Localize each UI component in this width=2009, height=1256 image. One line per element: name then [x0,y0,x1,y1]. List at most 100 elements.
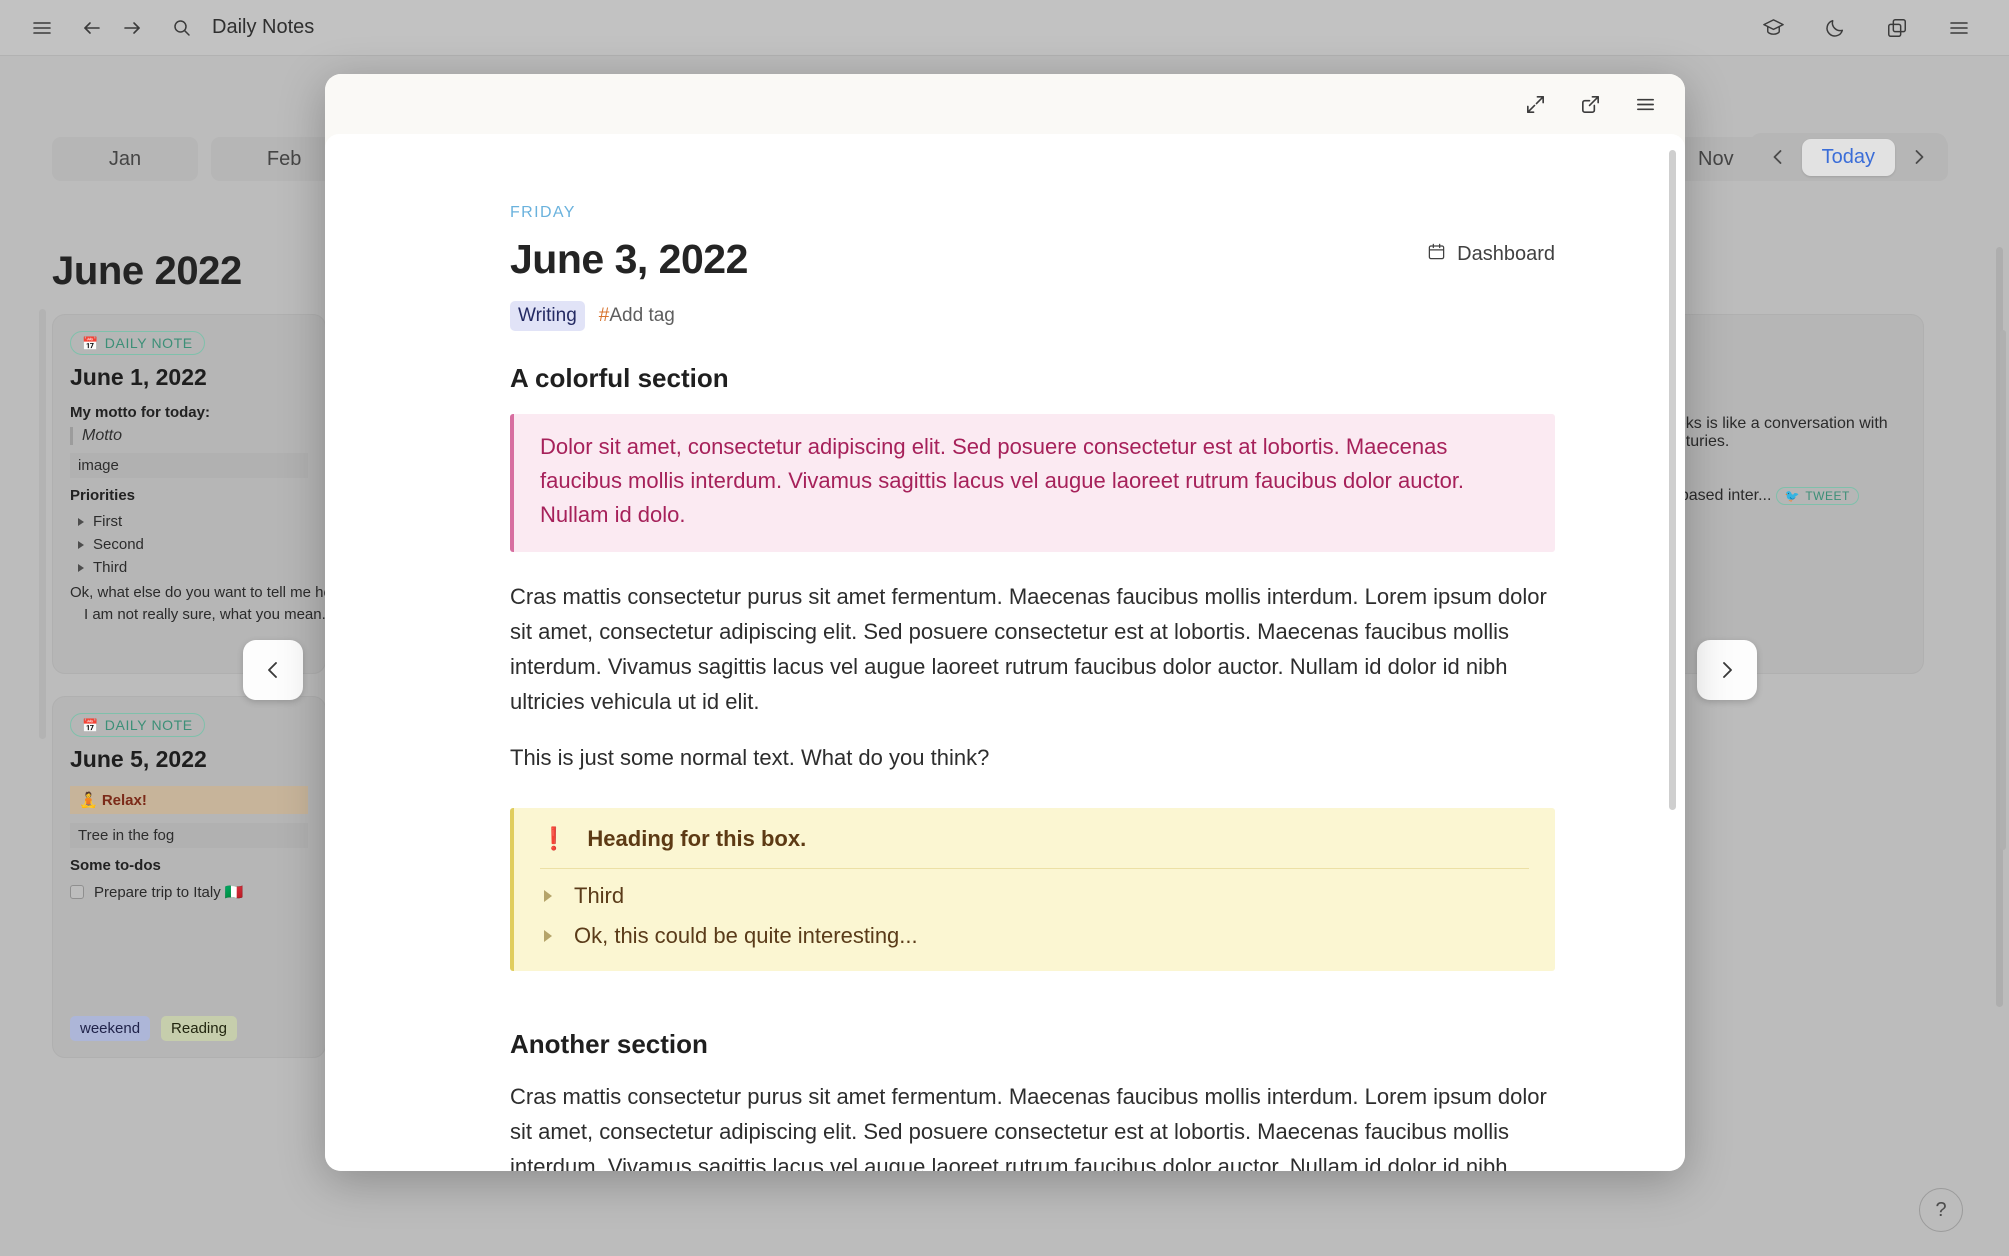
callout-pink-text: Dolor sit amet, consectetur adipiscing e… [540,434,1465,528]
note-paragraph-1: Cras mattis consectetur purus sit amet f… [510,584,1547,714]
note-weekday: FRIDAY [510,204,576,221]
column-scrollbar[interactable] [39,309,46,739]
card-line-3: e of block-based inter... 🐦 TWEET [1651,487,1906,505]
more-menu-icon[interactable] [1939,8,1979,48]
card-todos-heading: Some to-dos [70,857,161,874]
open-external-icon[interactable] [1579,93,1602,116]
note-paragraph-2: This is just some normal text. What do y… [510,745,990,771]
todo-item[interactable]: Prepare trip to Italy 🇮🇹 [70,880,308,904]
prev-period-icon[interactable] [1758,137,1798,177]
dashboard-label: Dashboard [1457,243,1555,265]
list-item[interactable]: First [70,510,308,533]
note-card-june-5[interactable]: 📅 DAILY NOTE June 5, 2022 🧘 Relax! Tree … [52,696,326,1058]
next-period-icon[interactable] [1899,137,1939,177]
badge-label: DAILY NOTE [104,717,193,733]
badge-label: DAILY NOTE [104,335,193,351]
graduation-cap-icon[interactable] [1753,8,1793,48]
moon-icon[interactable] [1815,8,1855,48]
help-button[interactable]: ? [1919,1188,1963,1232]
today-button[interactable]: Today [1801,138,1895,176]
list-item[interactable]: Third [70,556,308,579]
note-column-right: ooks is like a conversation with enturie… [1650,314,1924,696]
tag-weekend[interactable]: weekend [70,1016,151,1041]
note-card-june-1[interactable]: 📅 DAILY NOTE June 1, 2022 My motto for t… [52,314,326,674]
todo-label: Prepare trip to Italy 🇮🇹 [94,884,244,901]
more-menu-icon[interactable] [1634,93,1657,116]
expand-icon[interactable] [1524,93,1547,116]
card-line-1: ooks is like a conversation with [1668,415,1888,432]
dashboard-link[interactable]: Dashboard [1427,242,1555,267]
modal-toolbar [325,74,1685,134]
calendar-icon: 📅 [82,717,99,733]
section-heading-2: Another section [510,1029,708,1060]
card-blockquote: Motto [70,427,308,445]
note-document: Dashboard FRIDAY June 3, 2022 Writing #A… [325,134,1685,1171]
collapse-triangle-icon [78,563,84,572]
exclamation-icon: ❗ [540,826,568,852]
callout-pink: Dolor sit amet, consectetur adipiscing e… [510,414,1555,553]
titlebar-right-actions [1753,8,1987,48]
collapse-triangle-icon [544,930,552,943]
note-paragraph-3: Cras mattis consectetur purus sit amet f… [510,1084,1547,1171]
modal-scrollbar[interactable] [1669,150,1676,810]
callout-yellow-heading-label: Heading for this box. [587,826,807,852]
note-preview-modal: Dashboard FRIDAY June 3, 2022 Writing #A… [325,74,1685,1171]
search-icon[interactable] [162,8,202,48]
page-title: June 2022 [52,249,242,293]
tag-writing[interactable]: Writing [510,301,585,331]
app-window: Daily Notes Jan Feb Nov Today June 2022 … [0,0,2009,1256]
callout-list-item-label: Ok, this could be quite interesting... [574,923,918,949]
window-titlebar: Daily Notes [0,0,2009,56]
card-title: June 1, 2022 [70,364,207,390]
card-callout: 🧘 Relax! [70,786,308,814]
card-heading: My motto for today: [70,404,210,421]
card-priorities-heading: Priorities [70,487,136,504]
add-tag-label: Add tag [609,305,675,326]
card-sub-paragraph: I am not really sure, what you mean... [84,606,326,623]
list-item-label: Third [93,559,128,576]
tag-reading[interactable]: Reading [161,1016,237,1041]
twitter-bird-icon: 🐦 [1784,489,1801,503]
collapse-triangle-icon [78,540,84,549]
card-embed: image [70,453,308,478]
list-item[interactable]: Second [70,533,308,556]
section-heading-1: A colorful section [510,363,729,393]
callout-yellow-heading: ❗ Heading for this box. [540,826,1529,870]
note-date-title: June 3, 2022 [510,236,748,282]
calendar-icon: 📅 [82,335,99,351]
checkbox-icon[interactable] [70,885,84,899]
month-tab-jan[interactable]: Jan [52,137,199,181]
hash-icon: # [598,305,610,326]
add-tag-button[interactable]: #Add tag [599,305,675,327]
prev-column-button[interactable] [243,640,303,700]
note-inner: FRIDAY June 3, 2022 Writing #Add tag A c… [325,204,1685,1171]
collapse-triangle-icon [544,890,552,903]
collapse-triangle-icon [78,517,84,526]
daily-note-badge: 📅 DAILY NOTE [70,713,205,737]
calendar-icon [1427,242,1446,267]
next-column-button[interactable] [1697,640,1757,700]
modal-content: Dashboard FRIDAY June 3, 2022 Writing #A… [325,134,1685,1171]
card-embed: Tree in the fog [70,823,308,848]
back-arrow-icon[interactable] [72,8,112,48]
card-tag-list: weekend Reading [70,1016,237,1041]
callout-list-item[interactable]: Third [540,869,1529,909]
card-paragraph: Ok, what else do you want to tell me her [70,584,326,601]
tweet-badge-label: TWEET [1805,489,1850,503]
copy-panes-icon[interactable] [1877,8,1917,48]
note-card-partial[interactable]: ooks is like a conversation with enturie… [1650,314,1924,674]
vault-title: Daily Notes [212,16,315,38]
callout-list-item-label: Third [574,883,625,909]
callout-yellow: ❗ Heading for this box. Third Ok, this c… [510,808,1555,972]
card-title: June 5, 2022 [70,746,207,772]
page-scrollbar[interactable] [2000,330,2006,850]
callout-list-item[interactable]: Ok, this could be quite interesting... [540,909,1529,949]
tweet-badge: 🐦 TWEET [1775,487,1859,505]
daily-note-badge: 📅 DAILY NOTE [70,331,205,355]
today-navigation: Today [1749,133,1947,181]
card-line-2: enturies. [1668,433,1730,450]
list-item-label: Second [93,536,144,553]
forward-arrow-icon[interactable] [112,8,152,48]
hamburger-menu-icon[interactable] [22,8,62,48]
note-tag-row: Writing #Add tag [510,301,1555,331]
